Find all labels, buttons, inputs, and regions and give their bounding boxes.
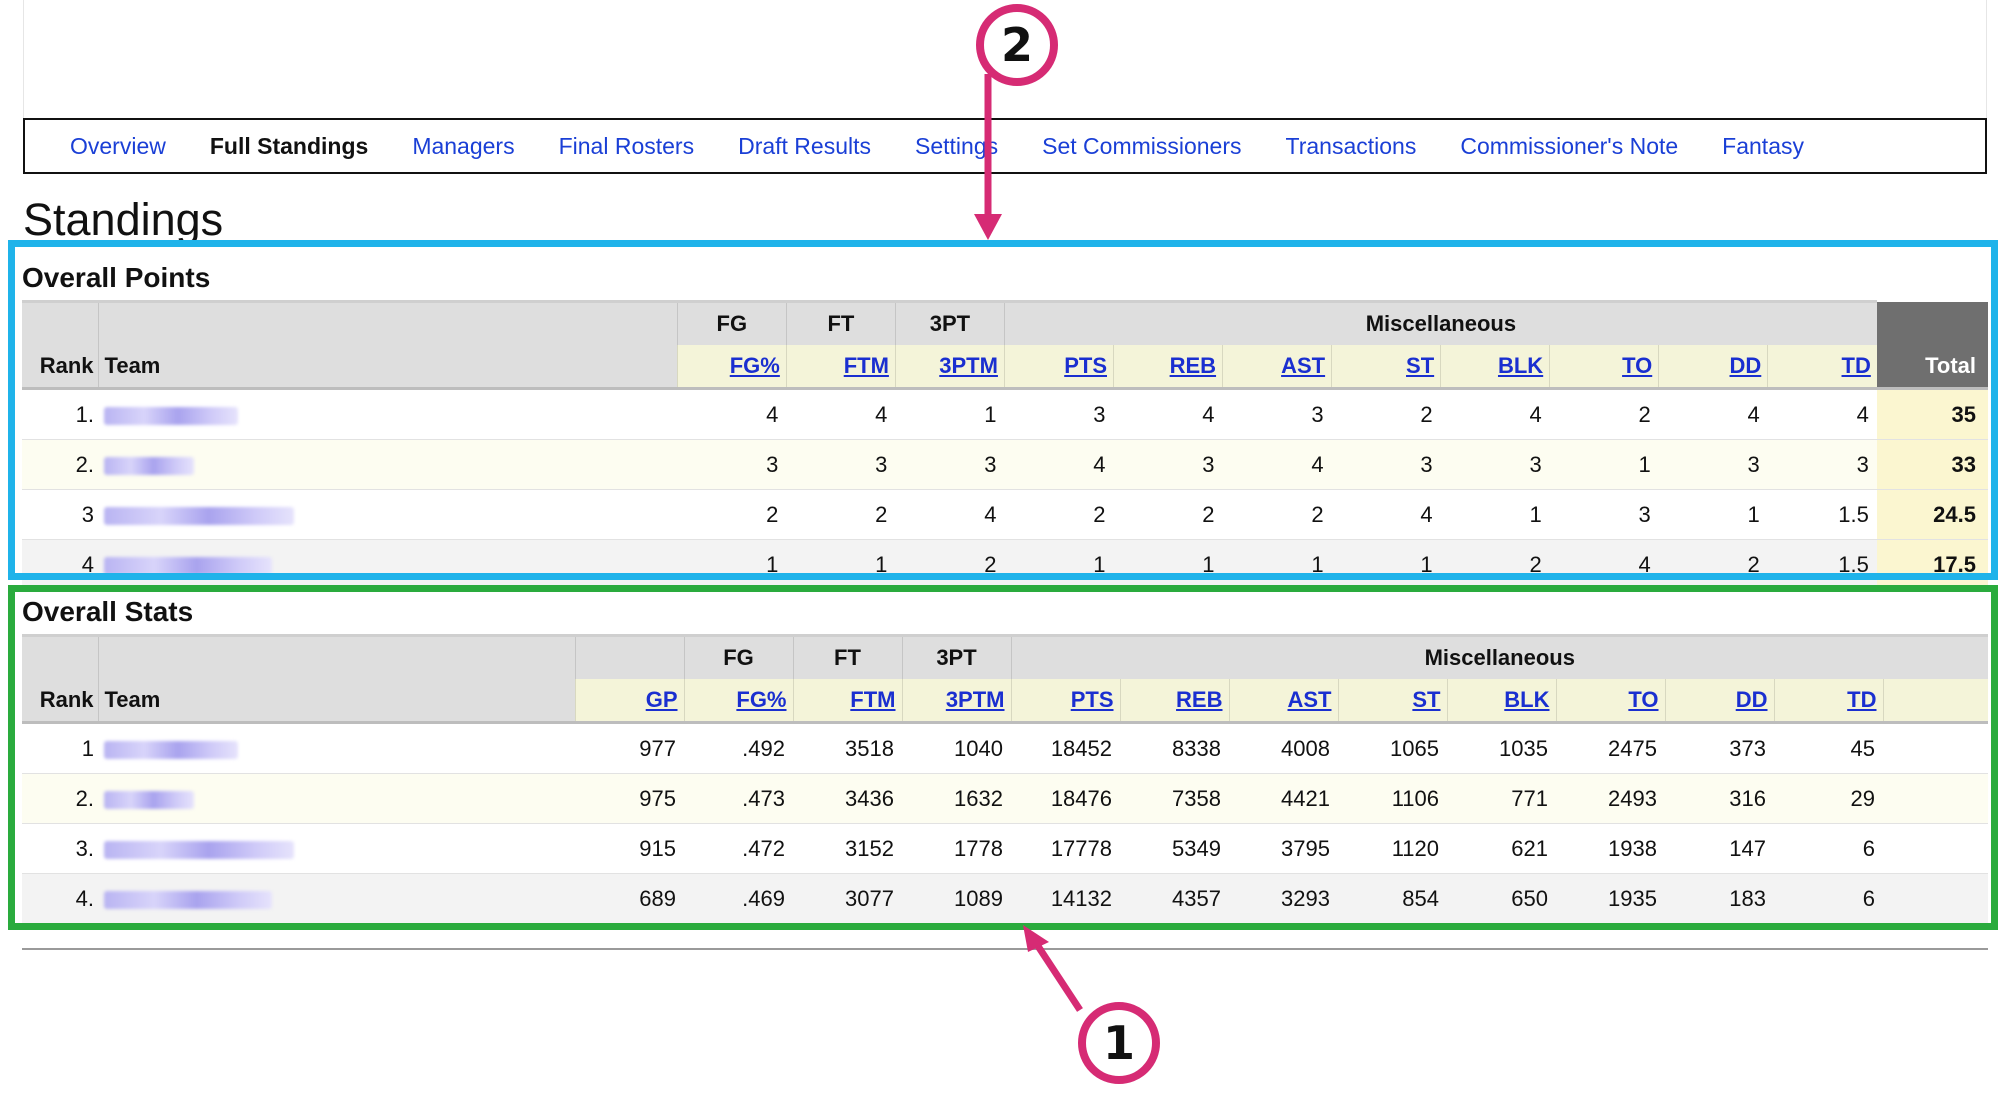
arrow-2-head bbox=[974, 214, 1002, 240]
annotation-marker-1: 1 bbox=[1078, 1002, 1160, 1084]
arrow-1-shaft bbox=[1031, 938, 1083, 1012]
arrow-1-head bbox=[1023, 925, 1049, 952]
annotation-arrows bbox=[974, 74, 1083, 1012]
annotation-marker-2: 2 bbox=[976, 4, 1058, 86]
